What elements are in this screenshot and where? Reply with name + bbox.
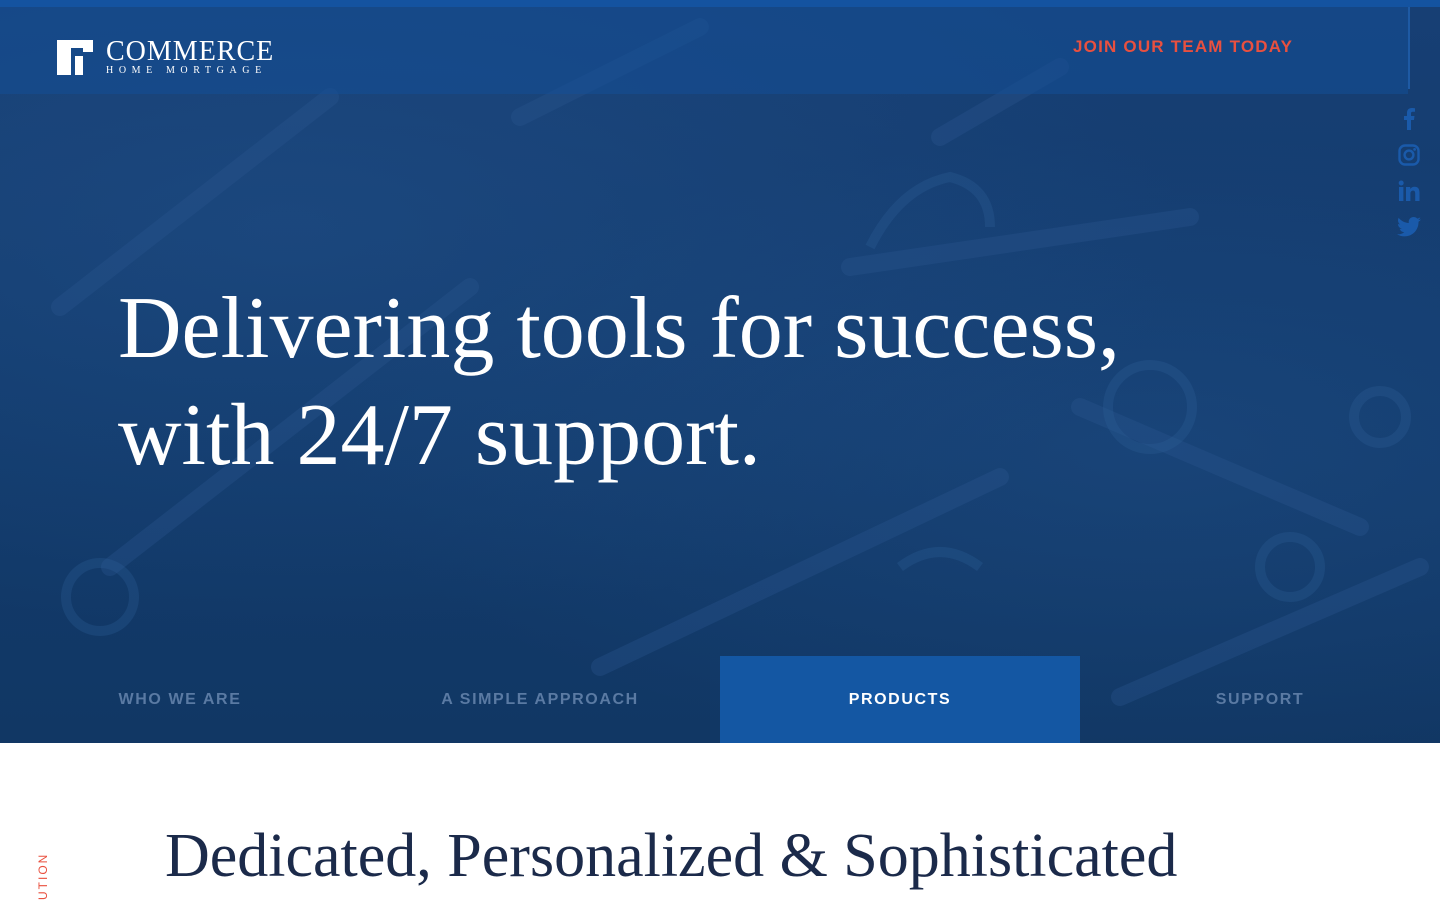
tab-support[interactable]: SUPPORT — [1080, 656, 1440, 743]
hero-headline-line-1: Delivering tools for success, — [118, 280, 1120, 377]
section-title: Dedicated, Personalized & Sophisticated — [165, 822, 1178, 890]
tab-products[interactable]: PRODUCTS — [720, 656, 1080, 743]
social-links — [1396, 107, 1422, 251]
linkedin-icon[interactable] — [1397, 179, 1421, 203]
facebook-icon[interactable] — [1397, 107, 1421, 131]
section-tabs: WHO WE ARE A SIMPLE APPROACH PRODUCTS SU… — [0, 656, 1440, 743]
header-divider — [1408, 7, 1410, 89]
brand-tagline: HOME MORTGAGE — [106, 65, 267, 76]
hero-headline: Delivering tools for success, with 24/7 … — [118, 275, 1318, 489]
brand-logo[interactable]: COMMERCE HOME MORTGAGE — [57, 36, 275, 79]
house-logo-icon — [57, 40, 93, 75]
tab-who-we-are[interactable]: WHO WE ARE — [0, 656, 360, 743]
vertical-section-label: UTION — [36, 852, 50, 900]
hero-section: COMMERCE HOME MORTGAGE JOIN OUR TEAM TOD… — [0, 7, 1440, 743]
brand-name: COMMERCE — [106, 36, 275, 67]
hero-headline-line-2: with 24/7 support. — [118, 387, 761, 484]
join-our-team-link[interactable]: JOIN OUR TEAM TODAY — [1073, 37, 1293, 57]
tab-a-simple-approach[interactable]: A SIMPLE APPROACH — [360, 656, 720, 743]
twitter-icon[interactable] — [1397, 215, 1421, 239]
top-accent-strip — [0, 0, 1440, 7]
top-header-bar: COMMERCE HOME MORTGAGE JOIN OUR TEAM TOD… — [0, 7, 1408, 94]
instagram-icon[interactable] — [1397, 143, 1421, 167]
